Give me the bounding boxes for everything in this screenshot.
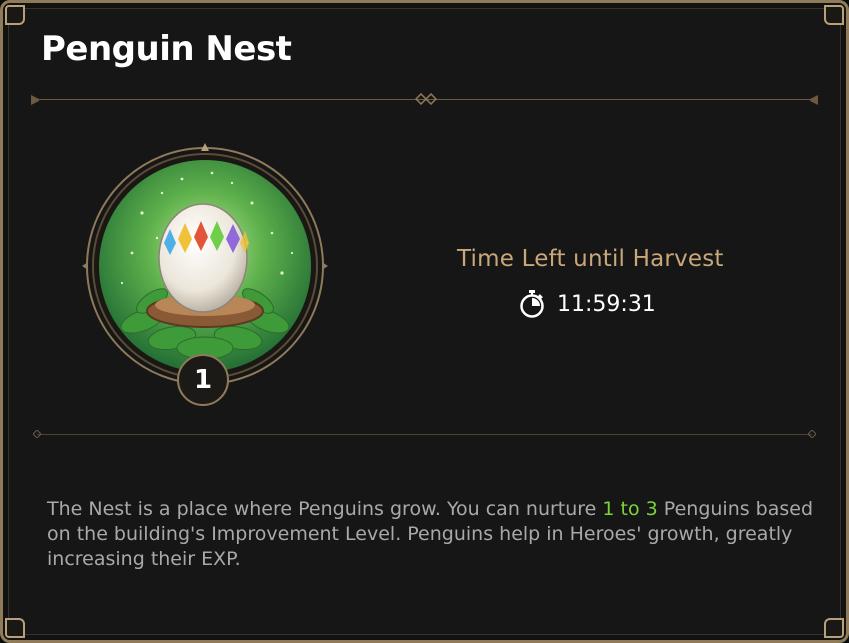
penguin-count-highlight: 1 to 3: [602, 498, 658, 520]
nest-level-badge: 1: [177, 354, 229, 406]
frame-corner-ornament: [824, 5, 844, 25]
divider-diamond-ornament: [415, 93, 437, 105]
frame-corner-ornament: [5, 5, 25, 25]
divider-end-ornament: [33, 430, 41, 438]
penguin-egg-in-nest-icon[interactable]: [82, 143, 328, 389]
divider-end-ornament: [31, 95, 39, 105]
stopwatch-icon: [520, 290, 544, 318]
description-text: The Nest is a place where Penguins grow.…: [47, 498, 603, 520]
nest-description: The Nest is a place where Penguins grow.…: [47, 497, 817, 572]
harvest-time-left: 11:59:31: [557, 291, 656, 317]
harvest-label: Time Left until Harvest: [457, 246, 724, 272]
divider-end-ornament: [808, 430, 816, 438]
frame-corner-ornament: [5, 618, 25, 638]
panel-title: Penguin Nest: [41, 29, 292, 69]
frame-corner-ornament: [824, 618, 844, 638]
harvest-timer: 11:59:31: [519, 290, 656, 318]
divider-end-ornament: [810, 95, 818, 105]
content-divider: [37, 434, 812, 435]
nest-info-panel: Penguin Nest 1 Time Left until Harvest 1…: [0, 0, 849, 643]
